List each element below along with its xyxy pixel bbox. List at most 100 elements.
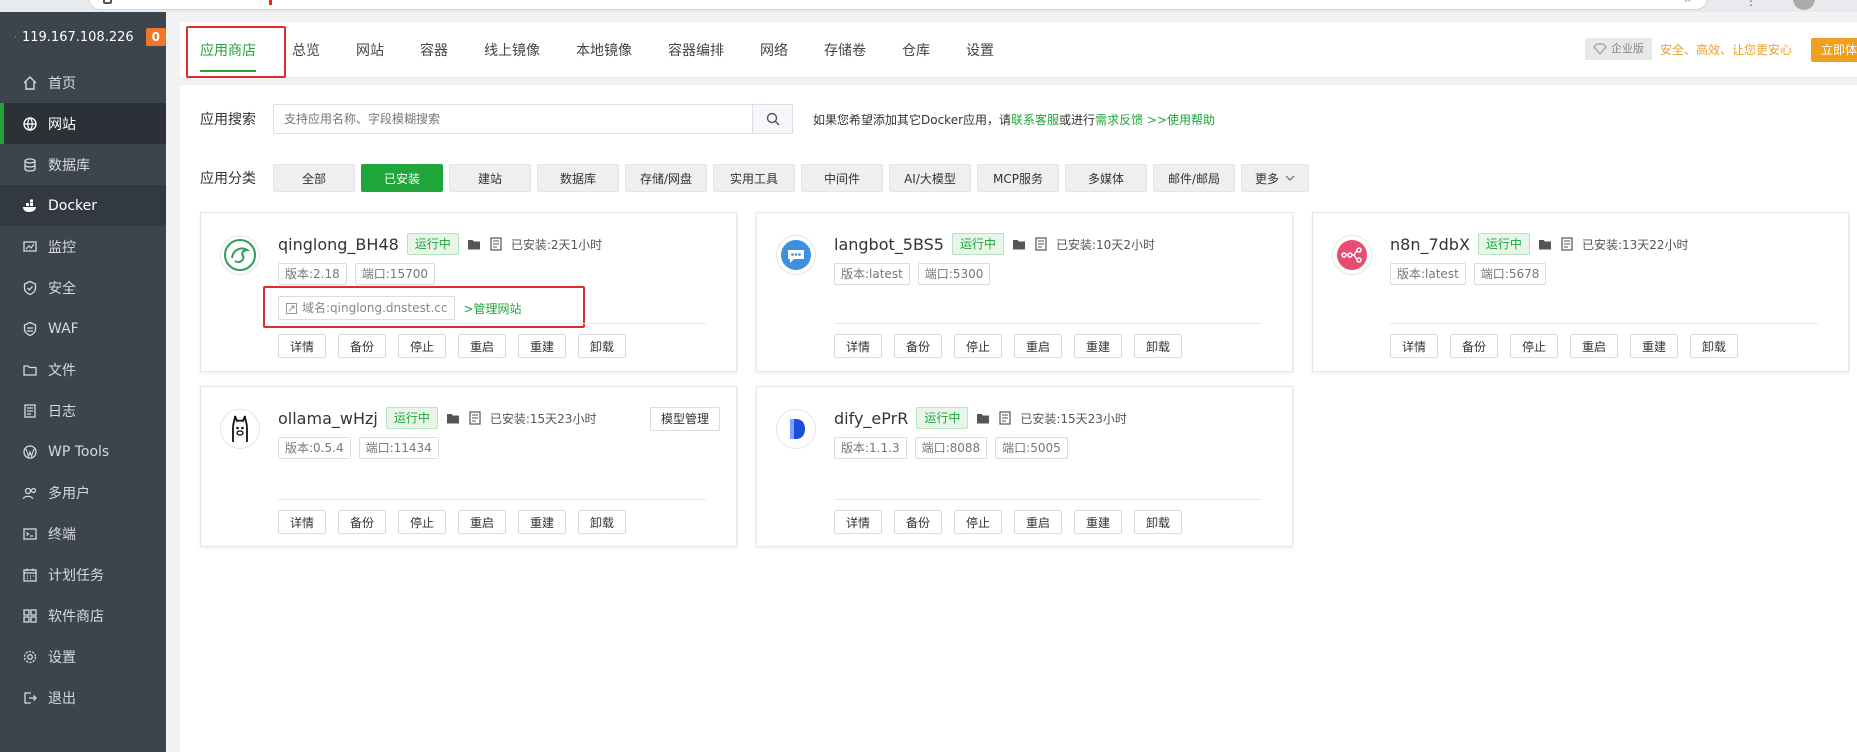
action-button-1[interactable]: 备份 [338, 510, 386, 534]
action-button-3[interactable]: 重启 [458, 510, 506, 534]
open-folder-icon[interactable] [1012, 238, 1027, 251]
sidebar-item-label: WAF [48, 320, 79, 337]
feedback-link[interactable]: 需求反馈 [1095, 113, 1143, 127]
sidebar-item-terminal[interactable]: 终端 [0, 513, 166, 554]
sidebar-item-log[interactable]: 日志 [0, 390, 166, 431]
app-logo[interactable] [776, 235, 816, 275]
action-button-1[interactable]: 备份 [338, 334, 386, 358]
try-enterprise-button[interactable]: 立即体验 [1811, 38, 1857, 62]
action-button-4[interactable]: 重建 [1630, 334, 1678, 358]
sidebar-item-apps[interactable]: 软件商店 [0, 595, 166, 636]
action-button-5[interactable]: 卸载 [578, 334, 626, 358]
tab-8[interactable]: 存储卷 [824, 22, 866, 78]
action-button-0[interactable]: 详情 [834, 510, 882, 534]
action-button-3[interactable]: 重启 [458, 334, 506, 358]
view-log-icon[interactable] [1561, 237, 1574, 251]
action-button-5[interactable]: 卸载 [1134, 510, 1182, 534]
tab-4[interactable]: 线上镜像 [484, 22, 540, 78]
action-button-3[interactable]: 重启 [1014, 334, 1062, 358]
category-6[interactable]: 中间件 [801, 164, 883, 192]
category-8[interactable]: MCP服务 [977, 164, 1059, 192]
sidebar-item-globe[interactable]: 网站 [0, 103, 166, 144]
view-log-icon[interactable] [999, 411, 1012, 425]
search-input[interactable] [273, 104, 753, 134]
sidebar-item-wordpress[interactable]: WP Tools [0, 431, 166, 472]
action-button-5[interactable]: 卸载 [1690, 334, 1738, 358]
action-button-2[interactable]: 停止 [398, 334, 446, 358]
app-logo[interactable] [220, 235, 260, 275]
hint-separator: >> [1143, 112, 1168, 127]
category-0[interactable]: 全部 [273, 164, 355, 192]
sidebar-item-logout[interactable]: 退出 [0, 677, 166, 718]
tab-10[interactable]: 设置 [966, 22, 994, 78]
action-button-5[interactable]: 卸载 [578, 510, 626, 534]
category-4[interactable]: 存储/网盘 [625, 164, 707, 192]
action-button-4[interactable]: 重建 [518, 510, 566, 534]
open-folder-icon[interactable] [446, 412, 461, 425]
action-button-1[interactable]: 备份 [894, 334, 942, 358]
tab-9[interactable]: 仓库 [902, 22, 930, 78]
view-log-icon[interactable] [1035, 237, 1048, 251]
action-button-4[interactable]: 重建 [1074, 510, 1122, 534]
sidebar-item-waf[interactable]: WAF [0, 308, 166, 349]
search-button[interactable] [753, 104, 793, 134]
notification-badge[interactable]: 0 [145, 28, 166, 46]
open-folder-icon[interactable] [467, 238, 482, 251]
category-2[interactable]: 建站 [449, 164, 531, 192]
category-5[interactable]: 实用工具 [713, 164, 795, 192]
browser-menu-icon[interactable]: ⋮ [1745, 0, 1757, 8]
sidebar-item-users[interactable]: 多用户 [0, 472, 166, 513]
action-button-2[interactable]: 停止 [1510, 334, 1558, 358]
action-button-0[interactable]: 详情 [278, 334, 326, 358]
app-logo[interactable] [776, 409, 816, 449]
sidebar-item-label: 首页 [48, 75, 76, 92]
action-button-0[interactable]: 详情 [278, 510, 326, 534]
sidebar-item-folder[interactable]: 文件 [0, 349, 166, 390]
browser-profile-avatar[interactable] [1793, 0, 1815, 10]
tab-1[interactable]: 总览 [292, 22, 320, 78]
action-button-4[interactable]: 重建 [1074, 334, 1122, 358]
sidebar-item-calendar[interactable]: 计划任务 [0, 554, 166, 595]
sidebar-item-monitor[interactable]: 监控 [0, 226, 166, 267]
sidebar-item-gear[interactable]: 设置 [0, 636, 166, 677]
view-log-icon[interactable] [469, 411, 482, 425]
app-logo[interactable] [1332, 235, 1372, 275]
category-9[interactable]: 多媒体 [1065, 164, 1147, 192]
category-1[interactable]: 已安装 [361, 164, 443, 192]
app-logo[interactable] [220, 409, 260, 449]
action-button-2[interactable]: 停止 [398, 510, 446, 534]
category-10[interactable]: 邮件/邮局 [1153, 164, 1235, 192]
action-button-3[interactable]: 重启 [1570, 334, 1618, 358]
action-button-1[interactable]: 备份 [1450, 334, 1498, 358]
category-more-dropdown[interactable]: 更多 [1241, 164, 1309, 192]
bookmark-star-icon[interactable]: ☆ [1682, 0, 1693, 5]
tab-3[interactable]: 容器 [420, 22, 448, 78]
contact-support-link[interactable]: 联系客服 [1011, 113, 1059, 127]
sidebar: 119.167.108.226 0 首页 网站 数据库 Docker 监控 安全 WAF 文件… [0, 12, 166, 752]
help-link[interactable]: 使用帮助 [1167, 113, 1215, 127]
tab-6[interactable]: 容器编排 [668, 22, 724, 78]
sidebar-item-database[interactable]: 数据库 [0, 144, 166, 185]
view-log-icon[interactable] [490, 237, 503, 251]
action-button-2[interactable]: 停止 [954, 334, 1002, 358]
category-3[interactable]: 数据库 [537, 164, 619, 192]
tab-2[interactable]: 网站 [356, 22, 384, 78]
action-button-0[interactable]: 详情 [834, 334, 882, 358]
sidebar-item-docker[interactable]: Docker [0, 185, 166, 226]
action-button-4[interactable]: 重建 [518, 334, 566, 358]
sidebar-item-home[interactable]: 首页 [0, 62, 166, 103]
open-folder-icon[interactable] [1538, 238, 1553, 251]
action-button-3[interactable]: 重启 [1014, 510, 1062, 534]
action-button-0[interactable]: 详情 [1390, 334, 1438, 358]
action-button-5[interactable]: 卸载 [1134, 334, 1182, 358]
tab-5[interactable]: 本地镜像 [576, 22, 632, 78]
model-manage-button[interactable]: 模型管理 [649, 407, 720, 431]
open-folder-icon[interactable] [976, 412, 991, 425]
sidebar-item-shield[interactable]: 安全 [0, 267, 166, 308]
tab-7[interactable]: 网络 [760, 22, 788, 78]
shield-icon [23, 280, 37, 295]
address-bar[interactable]: ☆ [88, 0, 1708, 10]
category-7[interactable]: AI/大模型 [889, 164, 971, 192]
action-button-1[interactable]: 备份 [894, 510, 942, 534]
action-button-2[interactable]: 停止 [954, 510, 1002, 534]
